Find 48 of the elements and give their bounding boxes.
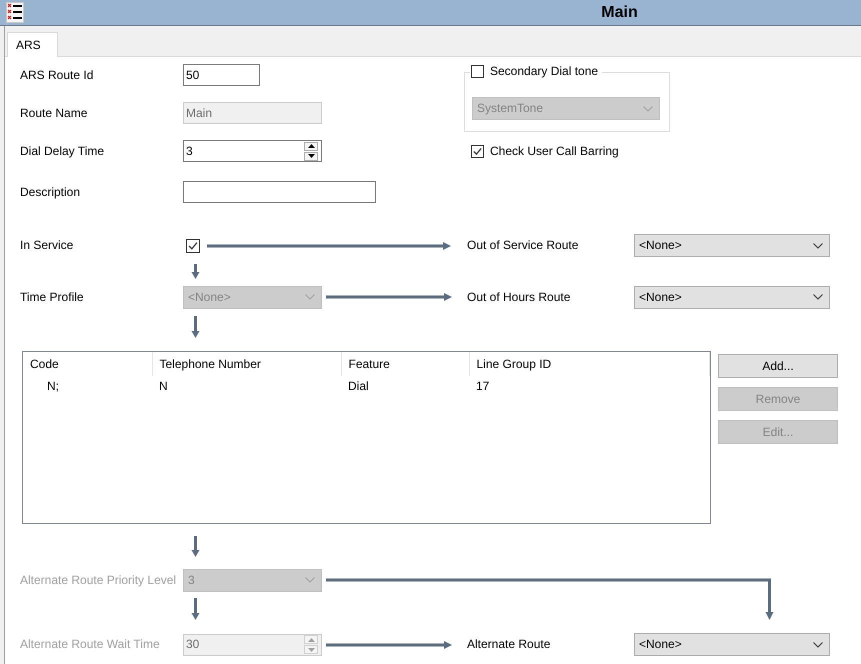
checkbox[interactable] <box>471 65 484 78</box>
text-field[interactable]: 50 <box>183 64 260 86</box>
window-title: Main <box>601 4 638 21</box>
flow-arrow <box>191 264 200 279</box>
triangle-down-icon <box>308 154 314 158</box>
table-cell: N; <box>23 376 152 396</box>
table-cell: Dial <box>341 376 469 396</box>
checkbox-label: Check User Call Barring <box>490 144 619 158</box>
field-label: In Service <box>20 238 74 253</box>
checkbox[interactable] <box>186 238 200 252</box>
field-label: Out of Service Route <box>467 238 578 253</box>
triangle-down-icon <box>308 648 314 652</box>
chevron-down-icon <box>305 577 315 583</box>
field-label: Alternate Route <box>467 637 550 652</box>
chevron-down-icon <box>813 294 823 300</box>
field-label: Alternate Route Wait Time <box>20 637 160 652</box>
text-field[interactable] <box>183 181 376 203</box>
list-icon[interactable] <box>6 2 24 23</box>
triangle-up-icon <box>308 638 314 642</box>
column-header[interactable]: Telephone Number <box>152 352 341 376</box>
column-header[interactable]: Code <box>23 352 152 376</box>
spin-down-button[interactable] <box>304 152 318 160</box>
number-field[interactable]: 3 <box>183 140 322 162</box>
column-header[interactable]: Line Group ID <box>469 352 710 376</box>
checkbox[interactable] <box>471 144 484 158</box>
field-label: Dial Delay Time <box>20 144 104 158</box>
action-button[interactable]: Add... <box>718 354 838 378</box>
dropdown[interactable]: <None> <box>634 234 830 257</box>
chevron-down-icon <box>643 106 653 112</box>
table-cell: 17 <box>469 376 710 396</box>
checkbox-label: Secondary Dial tone <box>490 64 598 79</box>
field-label: Out of Hours Route <box>467 290 570 304</box>
field-label: Description <box>20 184 80 199</box>
spin-up-button[interactable] <box>304 142 318 150</box>
triangle-up-icon <box>308 144 314 148</box>
flow-arrow <box>191 598 200 620</box>
flow-arrow <box>191 316 200 338</box>
field-label: Alternate Route Priority Level <box>20 572 176 588</box>
table-cell: N <box>152 376 341 396</box>
tab[interactable]: ARS <box>7 32 58 57</box>
chevron-down-icon <box>813 242 823 248</box>
flow-arrow <box>191 536 200 557</box>
field-label: Time Profile <box>20 290 84 304</box>
field-label: ARS Route Id <box>20 68 94 82</box>
column-header[interactable]: Feature <box>341 352 469 376</box>
chevron-down-icon <box>305 294 315 300</box>
field-label: Route Name <box>20 106 88 120</box>
chevron-down-icon <box>813 642 823 648</box>
